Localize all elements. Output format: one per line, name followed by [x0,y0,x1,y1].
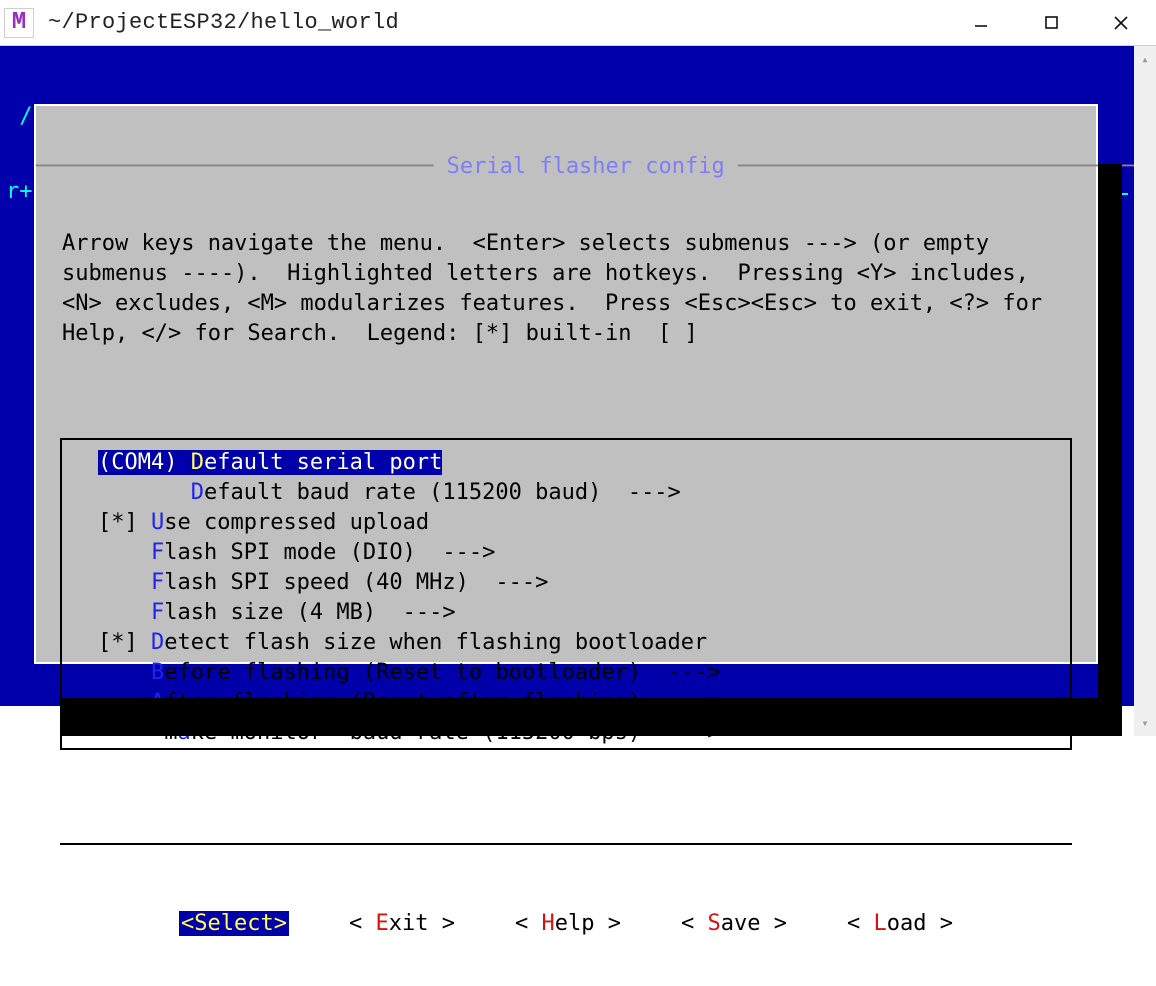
dialog-shadow-bottom [60,698,1106,736]
menu-item[interactable]: Before flashing (Reset to bootloader) --… [62,658,1070,688]
button-separator [60,843,1072,845]
window-controls [946,0,1156,46]
maximize-button[interactable] [1016,0,1086,46]
window-title: ~/ProjectESP32/hello_world [48,10,399,35]
window-titlebar: M ~/ProjectESP32/hello_world [0,0,1156,46]
client-area: /home/simonliu/ProjectESP32/hello_world/… [0,46,1156,736]
scroll-down-icon[interactable]: ▾ [1134,710,1156,736]
terminal: /home/simonliu/ProjectESP32/hello_world/… [0,46,1134,706]
vertical-scrollbar[interactable]: ▴ ▾ [1134,46,1156,736]
menuconfig-dialog: ────────────────────────────── Serial fl… [34,104,1098,664]
scroll-up-icon[interactable]: ▴ [1134,46,1156,72]
menu-item[interactable]: [*] Use compressed upload [62,508,1070,538]
exit-button[interactable]: < Exit > [349,911,455,936]
menu-item[interactable]: Flash size (4 MB) ---> [62,598,1070,628]
save-button[interactable]: < Save > [681,911,787,936]
help-button[interactable]: < Help > [515,911,621,936]
minimize-button[interactable] [946,0,1016,46]
menu-item[interactable]: Flash SPI mode (DIO) ---> [62,538,1070,568]
dialog-shadow-right [1098,164,1122,736]
dialog-title: Serial flasher config [447,154,725,179]
dialog-instructions: Arrow keys navigate the menu. <Enter> se… [36,229,1096,349]
menu-item[interactable]: [*] Detect flash size when flashing boot… [62,628,1070,658]
menu-item[interactable]: Flash SPI speed (40 MHz) ---> [62,568,1070,598]
dialog-button-row: <Select> < Exit > < Help > < Save > < Load > [36,911,1096,936]
close-button[interactable] [1086,0,1156,46]
app-icon: M [4,8,34,38]
menu-item[interactable]: Default baud rate (115200 baud) ---> [62,478,1070,508]
menu-item[interactable]: (COM4) Default serial port [62,448,1070,478]
dialog-title-row: ────────────────────────────── Serial fl… [36,154,1096,179]
load-button[interactable]: < Load > [847,911,953,936]
select-button[interactable]: <Select> [179,911,289,936]
